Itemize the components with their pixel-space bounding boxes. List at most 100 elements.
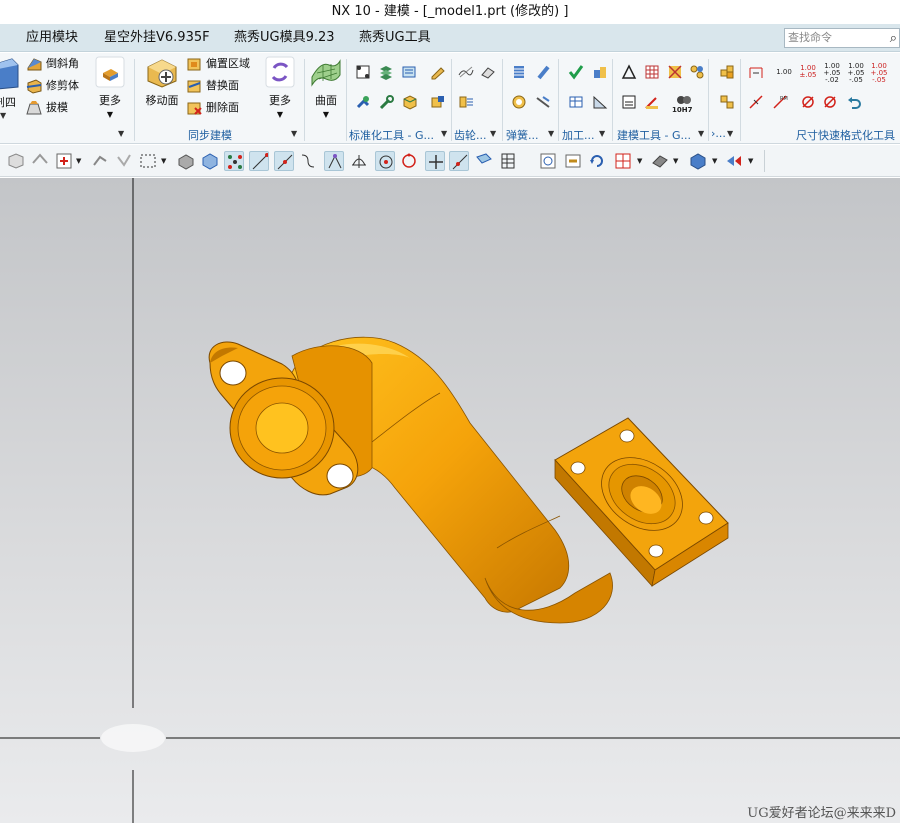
tab-yanxiu-tools[interactable]: 燕秀UG工具 [353, 24, 437, 52]
tab-partial[interactable] [0, 24, 15, 52]
group-expand-icon[interactable]: ▼ [599, 129, 605, 138]
select-feature-icon[interactable] [6, 151, 26, 171]
snap-curve-icon[interactable] [298, 151, 318, 171]
group-expand-icon[interactable]: ▼ [441, 129, 447, 138]
gear-table-icon[interactable] [458, 94, 474, 110]
stack-plates-icon[interactable] [378, 64, 394, 80]
orient-view-icon[interactable] [613, 151, 633, 171]
dimension-ratio-icon[interactable]: RM [772, 94, 788, 110]
graphics-window[interactable]: UG爱好者论坛@来来来D [0, 178, 900, 823]
render-style-icon[interactable] [650, 151, 670, 171]
snap-control-icon[interactable] [324, 151, 344, 171]
undo-arrow-icon[interactable] [846, 94, 862, 110]
search-icon[interactable]: ⌕ [890, 30, 897, 48]
chevron-down-icon[interactable]: ▼ [748, 157, 753, 165]
grouped-objects-icon[interactable] [689, 64, 705, 80]
tolerance-bilateral[interactable]: 1.00 +.05 -.02 [822, 63, 842, 84]
snap-alt-icon[interactable] [114, 151, 134, 171]
standard-part-icon[interactable] [355, 64, 371, 80]
snap-on-curve-icon[interactable] [449, 151, 469, 171]
chevron-down-icon[interactable]: ▼ [161, 157, 166, 165]
tolerance-symmetric[interactable]: 1.00 ±.05 [798, 65, 818, 79]
tolerance-limit[interactable]: 1.00 +.05 -.05 [846, 63, 866, 84]
machining-blocks-icon[interactable] [592, 64, 608, 80]
draft-button[interactable]: 拔模 [26, 99, 68, 117]
replace-face-button[interactable]: 替换面 [186, 77, 239, 95]
check-mark-icon[interactable] [568, 64, 584, 80]
document-icon[interactable] [621, 94, 637, 110]
chevron-down-icon[interactable]: ▼ [76, 157, 81, 165]
select-filter-icon[interactable] [30, 151, 50, 171]
view-zoom-icon[interactable] [563, 151, 583, 171]
edge-display-icon[interactable] [688, 151, 708, 171]
snap-midpoint-icon[interactable] [274, 151, 294, 171]
gold-assembly-icon[interactable] [719, 94, 735, 110]
tolerance-limit-red[interactable]: 1.00 +.05 -.05 [869, 63, 889, 84]
library-icon[interactable] [401, 64, 417, 80]
select-body-icon[interactable] [176, 151, 196, 171]
chevron-down-icon[interactable]: ▼ [712, 157, 717, 165]
command-search-input[interactable]: 查找命令 ⌕ [784, 28, 900, 48]
pencil-measure-icon[interactable] [644, 94, 660, 110]
snap-intersect-icon[interactable] [349, 151, 369, 171]
fit-tolerance-button[interactable]: 10H7 [672, 95, 694, 117]
tolerance-nominal[interactable]: 1.00 [775, 69, 793, 76]
model-canvas[interactable] [0, 178, 900, 823]
trim-body-button[interactable]: 修剪体 [26, 77, 79, 95]
snap-endpoint-icon[interactable] [249, 151, 269, 171]
tab-yanxiu-mold[interactable]: 燕秀UG模具9.23 [228, 24, 341, 52]
cross-hatch-icon[interactable] [667, 64, 683, 80]
snap-face-icon[interactable] [474, 151, 494, 171]
tab-applications[interactable]: 应用模块 [20, 24, 84, 52]
show-hide-icon[interactable] [724, 151, 744, 171]
group-expand-icon[interactable]: ▼ [698, 129, 704, 138]
pen-tool-icon[interactable] [430, 64, 446, 80]
pipe-model[interactable] [208, 336, 729, 624]
rectangle-select-icon[interactable] [138, 151, 158, 171]
select-edit-icon[interactable] [54, 151, 74, 171]
chevron-down-icon[interactable]: ▼ [637, 157, 642, 165]
spring-tool-icon[interactable] [535, 94, 551, 110]
chevron-down-icon[interactable]: ▼ [673, 157, 678, 165]
box-part-icon[interactable] [401, 94, 417, 110]
gold-blocks-icon[interactable] [719, 64, 735, 80]
spring-list-icon[interactable] [511, 64, 527, 80]
gear-spline-icon[interactable] [458, 64, 474, 80]
spring-coil-icon[interactable] [511, 94, 527, 110]
group-expand-icon[interactable]: ▼ [118, 129, 124, 138]
view-fit-icon[interactable] [538, 151, 558, 171]
component-icon[interactable] [430, 94, 446, 110]
dimension-slash-icon[interactable] [748, 94, 764, 110]
grid-table-icon[interactable] [644, 64, 660, 80]
dimension-frame-icon[interactable] [748, 64, 764, 80]
machining-table-icon[interactable] [568, 94, 584, 110]
snap-existing-point-icon[interactable] [425, 151, 445, 171]
move-face-button[interactable]: 移动面 [140, 55, 184, 108]
wrench-icon[interactable] [378, 94, 394, 110]
offset-region-button[interactable]: 偏置区域 [186, 55, 250, 73]
drill-icon[interactable] [355, 94, 371, 110]
snap-grid-icon[interactable] [498, 151, 518, 171]
snap-center-icon[interactable] [375, 151, 395, 171]
more-button-1[interactable]: 更多 ▼ [92, 55, 128, 119]
snap-quadrant-icon[interactable] [399, 151, 419, 171]
section-view-button[interactable]: 剖四 [0, 57, 20, 110]
tab-xingkong-plugin[interactable]: 星空外挂V6.935F [98, 24, 216, 52]
spring-rod-icon[interactable] [535, 64, 551, 80]
group-expand-icon[interactable]: ▼ [548, 129, 554, 138]
rotate-view-icon[interactable] [587, 151, 607, 171]
group-expand-icon[interactable]: ▼ [727, 129, 733, 138]
group-expand-icon[interactable]: ▼ [490, 129, 496, 138]
triangle-icon[interactable] [621, 64, 637, 80]
snap-points-icon[interactable] [224, 151, 244, 171]
delete-face-button[interactable]: 删除面 [186, 99, 239, 117]
machining-corner-icon[interactable] [592, 94, 608, 110]
chevron-down-icon[interactable]: ▼ [0, 111, 6, 120]
group-expand-icon[interactable]: ▼ [291, 129, 297, 138]
more-button-2[interactable]: 更多 ▼ [262, 55, 298, 119]
gear-plane-icon[interactable] [480, 64, 496, 80]
surface-button[interactable]: 曲面 ▼ [306, 55, 346, 119]
select-solid-icon[interactable] [200, 151, 220, 171]
diameter-icon[interactable] [800, 94, 816, 110]
chamfer-button[interactable]: 倒斜角 [26, 55, 79, 73]
